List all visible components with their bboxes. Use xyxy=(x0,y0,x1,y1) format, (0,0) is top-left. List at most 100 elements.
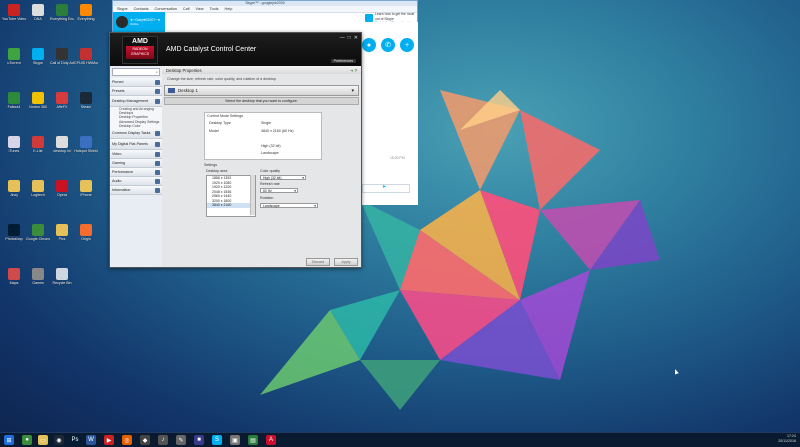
desktop-icon[interactable]: Skype xyxy=(26,48,50,65)
desktop-icon[interactable]: DNA xyxy=(26,4,50,21)
explorer-icon[interactable]: ▭ xyxy=(38,435,48,445)
maximize-icon[interactable]: □ xyxy=(348,35,351,41)
list-scrollbar[interactable] xyxy=(250,175,255,215)
voice-call-icon[interactable]: ✆ xyxy=(381,38,395,52)
desktop-icon-label: Everything xyxy=(77,17,95,21)
help-icon[interactable]: ? xyxy=(355,68,357,73)
nav-desktop-management[interactable]: Desktop Management xyxy=(110,96,162,107)
word-icon[interactable]: W xyxy=(86,435,96,445)
rotation-select[interactable]: Landscape ▾ xyxy=(260,203,318,208)
desktop-icon[interactable]: Games xyxy=(26,268,50,285)
desktop-icon[interactable]: Fallout4 xyxy=(2,92,26,109)
skype-menu-item[interactable]: View xyxy=(195,6,203,12)
nav-common-display[interactable]: Common Display Tasks xyxy=(110,128,162,140)
skype-profile[interactable]: ★~Gary♥0200?~★ Online xyxy=(113,12,165,32)
desktop-icon[interactable]: CPUID HWMonitor xyxy=(74,48,98,65)
list-item[interactable]: 3840 x 2160 xyxy=(207,203,255,208)
app4-icon[interactable]: ▤ xyxy=(248,435,258,445)
video-call-icon[interactable]: ● xyxy=(362,38,376,52)
skype-menu-item[interactable]: Call xyxy=(183,6,190,12)
desktop-icons: YouTube Video Ink DNA Everything Excel Sta… xyxy=(0,0,112,432)
desktop-icon[interactable]: Jinxy xyxy=(2,180,26,197)
nav-performance[interactable]: Performance xyxy=(110,168,162,178)
desktop-icon[interactable]: iTunes xyxy=(2,136,26,153)
minimize-icon[interactable]: — xyxy=(340,35,345,41)
photoshop-icon[interactable]: Ps xyxy=(70,435,80,445)
firefox-icon[interactable]: ◎ xyxy=(122,435,132,445)
apply-button[interactable]: Apply xyxy=(334,258,358,266)
app-shortcut-icon xyxy=(8,224,20,236)
media-icon[interactable]: ♪ xyxy=(158,435,168,445)
desktop-icon[interactable]: Norton 360 xyxy=(26,92,50,109)
desktop-icon[interactable]: Pics xyxy=(50,224,74,241)
desktop-icon[interactable]: YouTube Video Ink xyxy=(2,4,26,21)
nav-presets[interactable]: Presets xyxy=(110,87,162,96)
app2-icon[interactable]: ■ xyxy=(194,435,204,445)
desktop-icon[interactable]: uTorrent xyxy=(2,48,26,65)
skype-menu-item[interactable]: Tools xyxy=(210,6,219,12)
app-shortcut-icon xyxy=(80,180,92,192)
desktop-icon[interactable]: Origin xyxy=(74,224,98,241)
desktop-icon[interactable]: Call of Duty Advanced xyxy=(50,48,74,65)
discard-button[interactable]: Discard xyxy=(306,258,330,266)
current-mode-panel: Current Mode Settings Desktop Type Singl… xyxy=(204,112,322,160)
app-icon[interactable]: ▶ xyxy=(104,435,114,445)
desktop-icon[interactable]: Hotspot Shield xyxy=(74,136,98,153)
app-shortcut-icon xyxy=(8,92,20,104)
skype-taskbar-icon[interactable]: S xyxy=(212,435,222,445)
desktop-icon-label: Recycle Bin xyxy=(52,281,72,285)
app-shortcut-icon xyxy=(8,4,20,16)
search-input[interactable]: ⌕ xyxy=(112,68,160,76)
audio-icon xyxy=(155,178,160,184)
send-icon[interactable]: ➤ xyxy=(382,184,386,190)
tool-icon[interactable]: ✎ xyxy=(176,435,186,445)
add-contact-icon[interactable]: + xyxy=(400,38,414,52)
desktop-icon[interactable]: Logitech xyxy=(26,180,50,197)
desktop-icon[interactable]: desktop.ini xyxy=(50,136,74,153)
nav-sub-creating[interactable]: Creating and Arranging Desktops xyxy=(110,107,162,116)
system-tray[interactable]: 17:24 20/11/2016 xyxy=(778,434,796,444)
page-header: Desktop Properties ➜ ? xyxy=(162,66,361,74)
amd-catalyst-window[interactable]: AMD RADEON GRAPHICS AMD Catalyst Control… xyxy=(109,32,362,268)
pin-page-icon[interactable]: ➜ xyxy=(350,68,354,73)
color-quality-select[interactable]: High (32 bit) ▾ xyxy=(260,175,306,180)
desktop-icon[interactable]: Maps xyxy=(2,268,26,285)
game-icon[interactable]: ◆ xyxy=(140,435,150,445)
desktop-icon-label: Jinxy xyxy=(9,193,19,197)
desktop-icon[interactable]: Everything xyxy=(74,4,98,21)
app-shortcut-icon xyxy=(32,136,44,148)
amd-taskbar-icon[interactable]: A xyxy=(266,435,276,445)
desktop-icon[interactable]: Opera xyxy=(50,180,74,197)
desktop-icon[interactable]: iPhone xyxy=(74,180,98,197)
nav-audio[interactable]: Audio xyxy=(110,177,162,187)
desktop-icon[interactable]: K-Lite xyxy=(26,136,50,153)
desktop-icon[interactable]: AffeFX xyxy=(50,92,74,109)
nav-information[interactable]: Information xyxy=(110,186,162,196)
nav-gaming[interactable]: Gaming xyxy=(110,159,162,169)
app3-icon[interactable]: ▣ xyxy=(230,435,240,445)
desktop-icon[interactable]: Everything Excel Start xyxy=(50,4,74,21)
desktop-icon[interactable]: Recycle Bin xyxy=(50,268,74,285)
close-icon[interactable]: ✕ xyxy=(354,35,358,41)
nav-pinned[interactable]: Pinned xyxy=(110,78,162,87)
app-shortcut-icon xyxy=(80,48,92,60)
nav-digital-flat[interactable]: My Digital Flat-Panels xyxy=(110,139,162,151)
refresh-rate-select[interactable]: 60 Hz ▾ xyxy=(260,188,298,193)
search-icon[interactable]: ⌕ xyxy=(156,70,158,74)
steam-icon[interactable]: ◉ xyxy=(54,435,64,445)
desktop-area-list[interactable]: 1856 x 1392 1920 x 1080 1920 x 1200 2048 x … xyxy=(206,175,256,217)
desktop-icon[interactable]: Steam xyxy=(74,92,98,109)
desktop-icon[interactable]: Photoshop xyxy=(2,224,26,241)
avatar[interactable] xyxy=(116,16,128,28)
desktop-icon-label: Pics xyxy=(58,237,66,241)
start-icon[interactable]: ⊞ xyxy=(4,435,14,445)
app-shortcut-icon xyxy=(32,180,44,192)
nav-video[interactable]: Video xyxy=(110,150,162,160)
skype-menu-item[interactable]: Help xyxy=(225,6,233,12)
preferences-button[interactable]: Preferences xyxy=(330,59,356,63)
desktop-select[interactable]: Desktop 1 ▼ xyxy=(164,85,359,96)
chrome-icon[interactable]: ● xyxy=(22,435,32,445)
app-shortcut-icon xyxy=(80,92,92,104)
desktop-icon xyxy=(155,98,160,104)
desktop-icon[interactable]: Google Chrome xyxy=(26,224,50,241)
